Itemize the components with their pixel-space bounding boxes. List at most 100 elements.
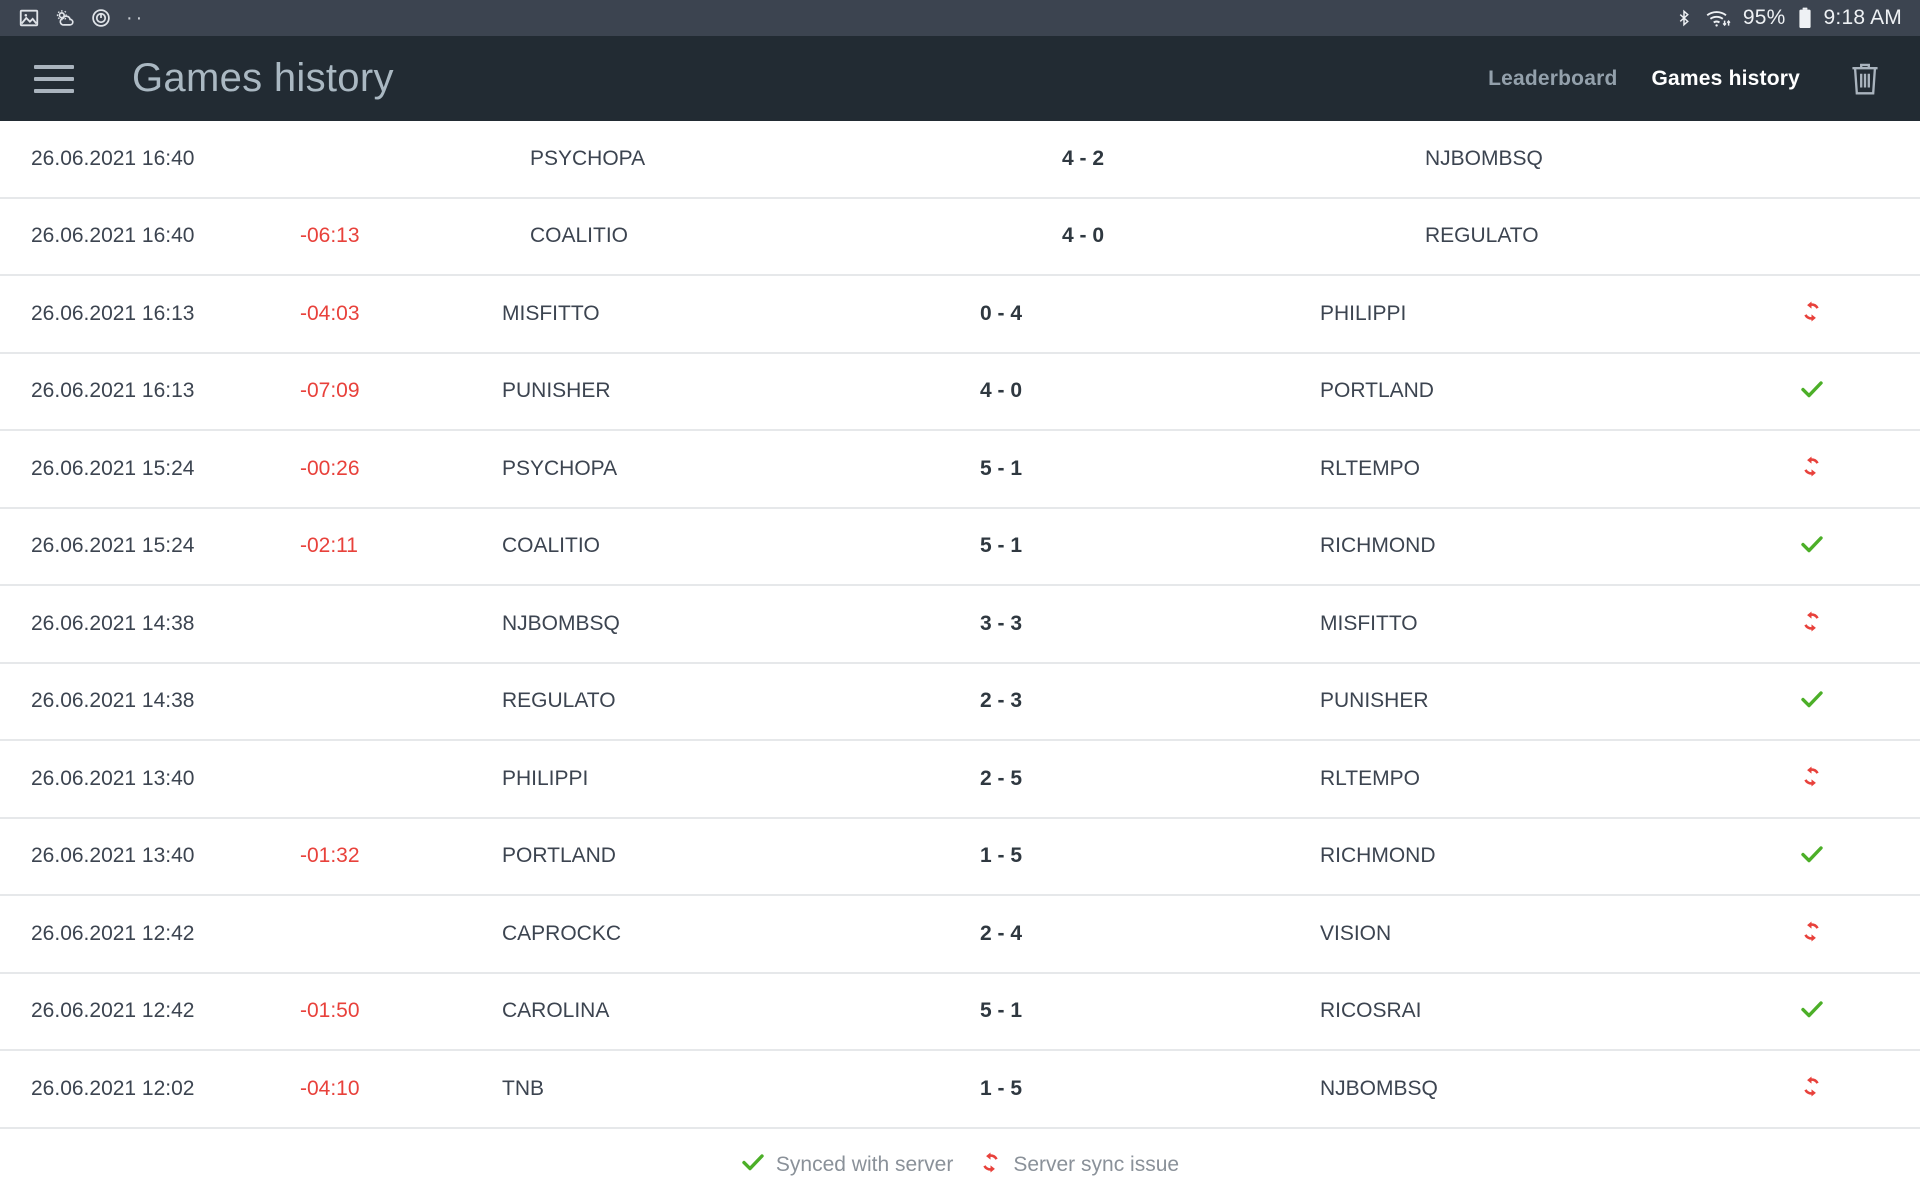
- cell-date: 26.06.2021 13:40: [31, 844, 195, 868]
- cell-away-team: RLTEMPO: [1320, 456, 1420, 480]
- cell-score: 0 - 4: [980, 301, 1023, 325]
- cell-date: 26.06.2021 13:40: [31, 766, 195, 790]
- trash-icon[interactable]: [1842, 56, 1888, 102]
- weather-icon: [54, 7, 76, 29]
- cell-score: 1 - 5: [980, 1076, 1023, 1100]
- refresh-icon: [1800, 1075, 1823, 1103]
- cell-date: 26.06.2021 15:24: [31, 456, 195, 480]
- cell-away-team: MISFITTO: [1320, 611, 1418, 635]
- alarm-icon: [90, 7, 112, 29]
- cell-score: 4 - 0: [980, 379, 1023, 403]
- cell-date: 26.06.2021 16:40: [31, 146, 195, 170]
- cell-home-team: COALITIO: [530, 224, 629, 248]
- hamburger-menu-icon[interactable]: [34, 64, 74, 93]
- cell-date: 26.06.2021 14:38: [31, 611, 195, 635]
- status-bar-system-icons: 95% 9:18 AM: [1675, 6, 1902, 30]
- app-bar: Games history Leaderboard Games history: [0, 36, 1920, 121]
- cell-score: 5 - 1: [980, 534, 1023, 558]
- table-row[interactable]: 26.06.2021 16:13 -04:03 MISFITTO 0 - 4 PHILI…: [0, 276, 1920, 354]
- cell-score: 3 - 3: [980, 611, 1023, 635]
- cell-time-offset: -02:11: [300, 534, 358, 558]
- hamburger-bar: [34, 76, 74, 81]
- battery-percent-label: 95%: [1742, 6, 1786, 29]
- check-icon: [1800, 689, 1824, 714]
- nav-link-leaderboard[interactable]: Leaderboard: [1488, 67, 1617, 91]
- cell-sync-status: [1800, 1075, 1920, 1103]
- refresh-icon: [1800, 765, 1823, 793]
- refresh-icon: [979, 1151, 1002, 1180]
- refresh-icon: [1800, 455, 1823, 483]
- cell-home-team: TNB: [502, 1076, 544, 1100]
- table-row[interactable]: 26.06.2021 12:42 CAPROCKC 2 - 4 VISION: [0, 896, 1920, 974]
- check-icon: [1800, 534, 1824, 559]
- refresh-icon: [1800, 610, 1823, 638]
- cell-away-team: PORTLAND: [1320, 379, 1434, 403]
- legend-item-sync-issue: Server sync issue: [979, 1151, 1179, 1180]
- clock-label: 9:18 AM: [1823, 6, 1902, 29]
- table-row[interactable]: 26.06.2021 16:13 -07:09 PUNISHER 4 - 0 PORTL…: [0, 353, 1920, 431]
- cell-sync-status: [1800, 999, 1920, 1024]
- nav-link-games-history[interactable]: Games history: [1652, 67, 1801, 91]
- table-row[interactable]: 26.06.2021 13:40 PHILIPPI 2 - 5 RLTEMPO: [0, 741, 1920, 819]
- cell-home-team: PORTLAND: [502, 844, 616, 868]
- cell-away-team: RICHMOND: [1320, 844, 1436, 868]
- cell-date: 26.06.2021 15:24: [31, 534, 195, 558]
- cell-away-team: PHILIPPI: [1320, 301, 1407, 325]
- games-history-row-list: 26.06.2021 16:40 PSYCHOPA 4 - 2 NJBOMBSQ 26.…: [0, 121, 1920, 1129]
- table-row[interactable]: 26.06.2021 13:40 -01:32 PORTLAND 1 - 5 RICHM…: [0, 818, 1920, 896]
- refresh-icon: [1800, 920, 1823, 948]
- cell-time-offset: -01:32: [300, 844, 360, 868]
- hamburger-bar: [34, 88, 74, 93]
- cell-away-team: RICHMOND: [1320, 534, 1436, 558]
- table-row[interactable]: 26.06.2021 15:24 -00:26 PSYCHOPA 5 - 1 RLTEM…: [0, 431, 1920, 509]
- legend-item-synced: Synced with server: [741, 1152, 953, 1178]
- cell-time-offset: -04:03: [300, 301, 360, 325]
- cell-away-team: RICOSRAI: [1320, 999, 1422, 1023]
- cell-home-team: PUNISHER: [502, 379, 611, 403]
- android-status-bar: ·· 95% 9:18 AM: [0, 0, 1920, 36]
- cell-home-team: REGULATO: [502, 689, 616, 713]
- table-row[interactable]: 26.06.2021 12:02 -04:10 TNB 1 - 5 NJBOMBSQ: [0, 1051, 1920, 1129]
- cell-home-team: COALITIO: [502, 534, 601, 558]
- image-icon: [18, 7, 40, 29]
- table-row[interactable]: 26.06.2021 14:38 REGULATO 2 - 3 PUNISHER: [0, 663, 1920, 741]
- hamburger-bar: [34, 64, 74, 69]
- cell-time-offset: -01:50: [300, 999, 360, 1023]
- games-history-table[interactable]: 26.06.2021 16:40 PSYCHOPA 4 - 2 NJBOMBSQ 26.…: [0, 121, 1920, 1130]
- check-icon: [741, 1152, 765, 1178]
- cell-date: 26.06.2021 12:42: [31, 921, 195, 945]
- legend-label-sync-issue: Server sync issue: [1013, 1153, 1180, 1176]
- cell-home-team: PSYCHOPA: [530, 146, 646, 170]
- cell-time-offset: -04:10: [300, 1076, 360, 1100]
- check-icon: [1800, 379, 1824, 404]
- refresh-icon: [1800, 300, 1823, 328]
- app-bar-navigation: Leaderboard Games history: [1488, 56, 1888, 102]
- table-row[interactable]: 26.06.2021 12:42 -01:50 CAROLINA 5 - 1 RICOS…: [0, 973, 1920, 1051]
- cell-sync-status: [1800, 534, 1920, 559]
- cell-sync-status: [1800, 379, 1920, 404]
- table-row[interactable]: 26.06.2021 14:38 NJBOMBSQ 3 - 3 MISFITTO: [0, 586, 1920, 664]
- wifi-icon: [1705, 7, 1731, 29]
- cell-date: 26.06.2021 14:38: [31, 689, 195, 713]
- cell-date: 26.06.2021 12:02: [31, 1076, 195, 1100]
- cell-home-team: PSYCHOPA: [502, 456, 618, 480]
- cell-home-team: PHILIPPI: [502, 766, 589, 790]
- cell-sync-status: [1800, 689, 1920, 714]
- cell-away-team: NJBOMBSQ: [1320, 1076, 1438, 1100]
- table-row[interactable]: 26.06.2021 15:24 -02:11 COALITIO 5 - 1 RICHM…: [0, 508, 1920, 586]
- cell-sync-status: [1800, 765, 1920, 793]
- cell-score: 2 - 5: [980, 766, 1023, 790]
- status-bar-overflow-dots: ··: [126, 7, 146, 29]
- table-row[interactable]: 26.06.2021 16:40 PSYCHOPA 4 - 2 NJBOMBSQ: [0, 121, 1920, 199]
- cell-sync-status: [1800, 300, 1920, 328]
- table-row[interactable]: 26.06.2021 16:40 -06:13 COALITIO 4 - 0 REGUL…: [0, 198, 1920, 276]
- check-icon: [1800, 844, 1824, 869]
- cell-date: 26.06.2021 16:40: [31, 224, 195, 248]
- cell-score: 2 - 4: [980, 921, 1023, 945]
- cell-home-team: NJBOMBSQ: [502, 611, 620, 635]
- cell-date: 26.06.2021 16:13: [31, 379, 195, 403]
- cell-away-team: PUNISHER: [1320, 689, 1429, 713]
- cell-score: 2 - 3: [980, 689, 1023, 713]
- cell-away-team: NJBOMBSQ: [1425, 146, 1543, 170]
- battery-icon: [1798, 7, 1812, 29]
